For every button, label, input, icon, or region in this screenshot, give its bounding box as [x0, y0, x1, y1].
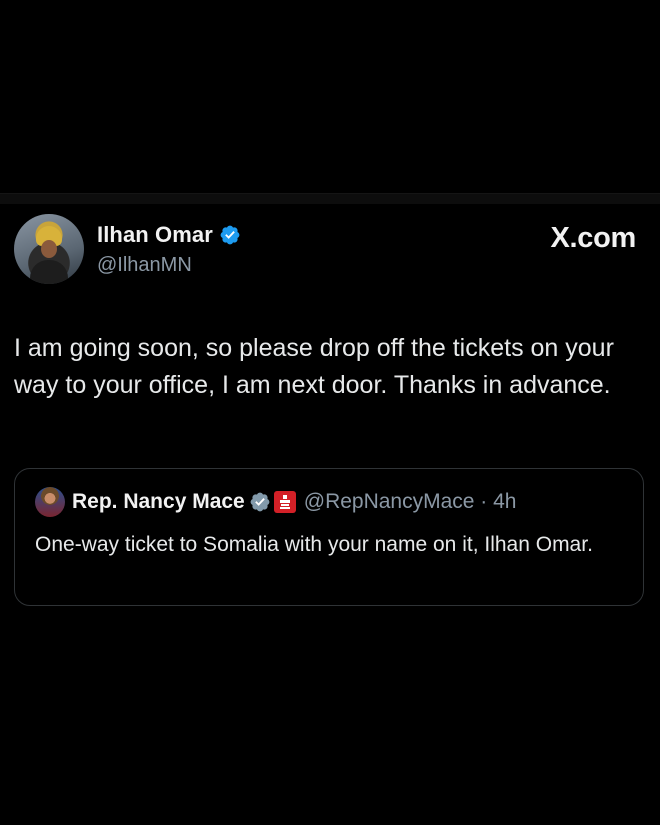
name-row: Ilhan Omar: [97, 222, 241, 248]
quoted-avatar[interactable]: [35, 487, 65, 517]
quoted-tweet-text: One-way ticket to Somalia with your name…: [35, 533, 593, 556]
tweet: Ilhan Omar @IlhanMN X.com I am going soo…: [14, 214, 646, 404]
display-name[interactable]: Ilhan Omar: [97, 222, 213, 248]
quoted-display-name[interactable]: Rep. Nancy Mace: [72, 490, 245, 514]
author-handle[interactable]: @IlhanMN: [97, 254, 241, 277]
avatar-face-shape: [41, 240, 57, 258]
avatar[interactable]: [14, 214, 84, 284]
top-divider: [0, 193, 660, 204]
capitol-icon: [273, 491, 296, 513]
verified-badge-gray-icon: [250, 492, 270, 512]
verified-badge-icon: [220, 225, 240, 245]
quoted-handle-and-time[interactable]: @RepNancyMace · 4h: [304, 490, 517, 514]
brand-watermark: X.com: [550, 222, 636, 254]
tweet-text: I am going soon, so please drop off the …: [14, 334, 614, 399]
quoted-tweet-card[interactable]: Rep. Nancy Mace @RepNancyMace · 4h One-w…: [14, 468, 644, 606]
quoted-tweet-header: Rep. Nancy Mace @RepNancyMace · 4h: [35, 487, 623, 517]
author-info: Ilhan Omar @IlhanMN: [97, 222, 241, 277]
avatar-body-shape: [30, 260, 68, 284]
tweet-header: Ilhan Omar @IlhanMN X.com: [14, 214, 646, 286]
